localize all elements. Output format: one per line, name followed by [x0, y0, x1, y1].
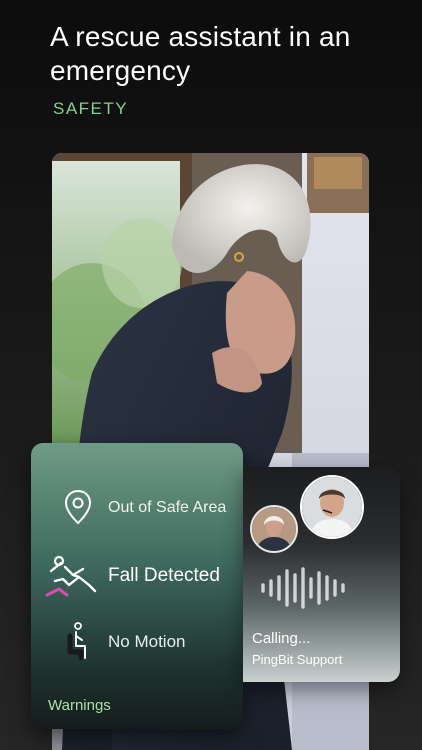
warning-label: Fall Detected [108, 565, 220, 586]
warning-item-no-motion[interactable]: No Motion [31, 620, 243, 664]
support-agent-avatar [300, 475, 364, 539]
warning-label: No Motion [108, 632, 186, 651]
page-title: A rescue assistant in an emergency [50, 21, 351, 86]
calling-card[interactable]: Calling... PingBit Support [243, 467, 400, 682]
fall-person-icon [43, 555, 99, 606]
seated-person-icon [67, 622, 93, 665]
category-label: SAFETY [53, 99, 129, 118]
warning-item-fall-detected[interactable]: Fall Detected [31, 555, 243, 599]
warning-item-out-of-safe-area[interactable]: Out of Safe Area [31, 487, 243, 531]
audio-waveform-icon [259, 565, 351, 616]
warnings-card-title: Warnings [48, 697, 111, 714]
call-status: Calling... [252, 630, 311, 647]
location-pin-icon [64, 489, 92, 530]
warnings-card: Out of Safe Area Fall Detected No Motion [31, 443, 243, 729]
call-contact-name: PingBit Support [252, 652, 343, 667]
user-avatar [250, 505, 298, 553]
warning-label: Out of Safe Area [108, 499, 227, 516]
